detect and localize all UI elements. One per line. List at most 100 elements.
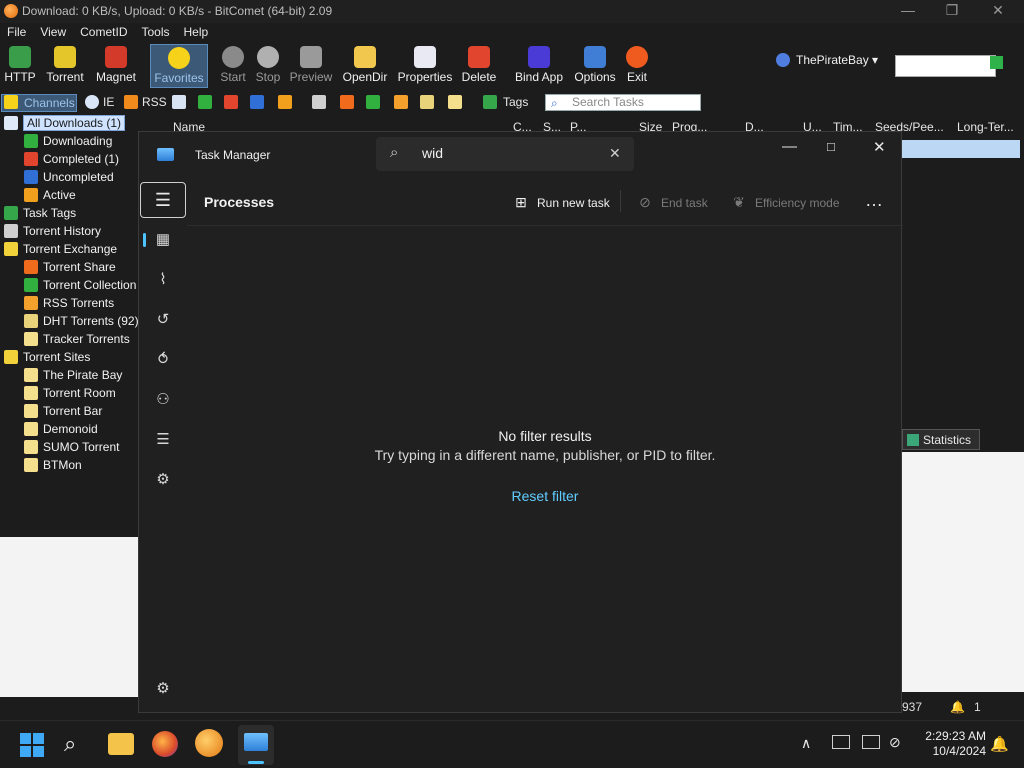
exit-button[interactable]: Exit: [622, 44, 652, 88]
close-button[interactable]: ✕: [983, 2, 1013, 20]
menu-tools[interactable]: Tools: [134, 24, 176, 39]
options-button[interactable]: Options: [572, 44, 618, 88]
network-offline-icon[interactable]: [832, 735, 850, 749]
start-button[interactable]: Start: [218, 44, 248, 88]
nav-settings-icon[interactable]: ⚙: [147, 673, 179, 705]
clock-date: 10/4/2024: [932, 744, 986, 758]
active-arrows-icon[interactable]: [278, 95, 292, 109]
uncompleted-icon[interactable]: [250, 95, 264, 109]
windows-taskbar: ⌕ ∧ ⊘ 2:29:23 AM 10/4/2024 🔔: [0, 720, 1024, 768]
collection-icon[interactable]: [366, 95, 380, 109]
http-button[interactable]: HTTP: [2, 44, 38, 88]
start-menu-button[interactable]: [20, 733, 44, 757]
show-hidden-icons-chevron-icon[interactable]: ∧: [801, 735, 811, 752]
tree-torrent-history[interactable]: Torrent History: [4, 224, 101, 242]
display-icon[interactable]: [862, 735, 880, 749]
site-icon: [24, 404, 38, 418]
system-clock[interactable]: 2:29:23 AM 10/4/2024: [908, 729, 986, 759]
reset-filter-link[interactable]: Reset filter: [187, 488, 903, 504]
more-options-icon[interactable]: …: [865, 190, 883, 211]
tree-uncompleted[interactable]: Uncompleted: [24, 170, 114, 188]
nav-app-history-icon[interactable]: ↺: [147, 304, 179, 336]
minimize-button[interactable]: —: [893, 2, 923, 20]
nav-services-icon[interactable]: ⚙: [147, 464, 179, 496]
search-tasks-input[interactable]: ⌕ Search Tasks: [545, 94, 701, 111]
rss-tab[interactable]: RSS: [142, 95, 167, 109]
bind-app-button[interactable]: Bind App: [511, 44, 567, 88]
efficiency-mode-button[interactable]: ❦ Efficiency mode: [731, 194, 839, 211]
tree-torrent-share[interactable]: Torrent Share: [24, 260, 116, 278]
dht-icon[interactable]: [420, 95, 434, 109]
tags-button[interactable]: Tags: [503, 95, 528, 109]
nav-performance-icon[interactable]: ⌇: [147, 264, 179, 296]
tracker-icon[interactable]: [448, 95, 462, 109]
bitcomet-taskbar-icon[interactable]: [195, 729, 223, 757]
tree-active[interactable]: Active: [24, 188, 76, 206]
tree-site-sumo-torrent[interactable]: SUMO Torrent: [24, 440, 119, 458]
tree-torrent-collection[interactable]: Torrent Collection: [24, 278, 136, 296]
site-search-combo[interactable]: [895, 55, 996, 77]
firefox-icon[interactable]: [152, 731, 178, 757]
col-long-term[interactable]: Long-Ter...: [957, 120, 1014, 134]
torrent-button[interactable]: Torrent: [42, 44, 88, 88]
note-icon[interactable]: [172, 95, 186, 109]
nav-users-icon[interactable]: ⚇: [147, 384, 179, 416]
go-icon[interactable]: [990, 56, 1003, 69]
tree-task-tags[interactable]: Task Tags: [4, 206, 76, 224]
bell-icon: 🔔: [950, 700, 965, 714]
menu-file[interactable]: File: [0, 24, 33, 39]
tree-dht-torrents[interactable]: DHT Torrents (92): [24, 314, 139, 332]
preview-button[interactable]: Preview: [288, 44, 334, 88]
tree-rss-torrents[interactable]: RSS Torrents: [24, 296, 114, 314]
history-icon[interactable]: [312, 95, 326, 109]
end-task-button[interactable]: ⊘ End task: [637, 194, 708, 211]
tree-torrent-sites[interactable]: Torrent Sites: [4, 350, 90, 368]
stop-button[interactable]: Stop: [253, 44, 283, 88]
tree-site-torrent-bar[interactable]: Torrent Bar: [24, 404, 102, 422]
exit-icon: [626, 46, 648, 68]
nav-startup-apps-icon[interactable]: ⥀: [147, 344, 179, 376]
tree-site-torrent-room[interactable]: Torrent Room: [24, 386, 116, 404]
clear-search-icon[interactable]: ✕: [609, 145, 621, 162]
menu-view[interactable]: View: [33, 24, 73, 39]
download-arrow-icon[interactable]: [198, 95, 212, 109]
tree-site-pirate-bay[interactable]: The Pirate Bay: [24, 368, 122, 386]
task-manager-taskbar-button[interactable]: [238, 725, 274, 765]
delete-button[interactable]: Delete: [459, 44, 499, 88]
tree-site-demonoid[interactable]: Demonoid: [24, 422, 98, 440]
tm-close-button[interactable]: ✕: [873, 138, 886, 156]
main-toolbar: HTTP Torrent Magnet Favorites Start Stop…: [0, 42, 1024, 90]
site-selector[interactable]: ThePirateBay ▾: [776, 53, 886, 71]
statistics-tab[interactable]: Statistics: [902, 429, 980, 450]
tree-site-btmon[interactable]: BTMon: [24, 458, 82, 476]
process-search-input[interactable]: wid: [422, 145, 443, 161]
tree-all-downloads[interactable]: All Downloads (1): [4, 115, 126, 134]
tree-tracker-torrents[interactable]: Tracker Torrents: [24, 332, 130, 350]
tree-downloading[interactable]: Downloading: [24, 134, 112, 152]
hamburger-menu-button[interactable]: ☰: [140, 182, 186, 218]
rss-torrents-icon[interactable]: [394, 95, 408, 109]
menu-cometid[interactable]: CometID: [73, 24, 134, 39]
notification-bell-icon[interactable]: 🔔: [990, 735, 1009, 753]
file-explorer-icon[interactable]: [108, 733, 134, 755]
share-icon[interactable]: [340, 95, 354, 109]
properties-button[interactable]: Properties: [396, 44, 454, 88]
taskbar-search-button[interactable]: ⌕: [64, 733, 90, 759]
tm-maximize-button[interactable]: □: [827, 139, 835, 154]
tree-torrent-exchange[interactable]: Torrent Exchange: [4, 242, 117, 260]
tm-minimize-button[interactable]: —: [782, 138, 797, 155]
run-new-task-button[interactable]: ⊞ Run new task: [513, 194, 610, 211]
process-search-box[interactable]: ⌕ wid ✕: [376, 137, 634, 171]
ie-tab[interactable]: IE: [103, 95, 114, 109]
opendir-button[interactable]: OpenDir: [340, 44, 390, 88]
menu-help[interactable]: Help: [177, 24, 216, 39]
task-row-selected[interactable]: [902, 140, 1020, 158]
tree-completed[interactable]: Completed (1): [24, 152, 119, 170]
nav-processes-icon[interactable]: ▦: [147, 224, 179, 256]
maximize-button[interactable]: ❐: [937, 2, 967, 20]
nav-details-icon[interactable]: ☰: [147, 424, 179, 456]
check-icon[interactable]: [224, 95, 238, 109]
magnet-button[interactable]: Magnet: [92, 44, 140, 88]
volume-muted-icon[interactable]: ⊘: [889, 734, 901, 751]
favorites-button[interactable]: Favorites: [150, 44, 208, 88]
